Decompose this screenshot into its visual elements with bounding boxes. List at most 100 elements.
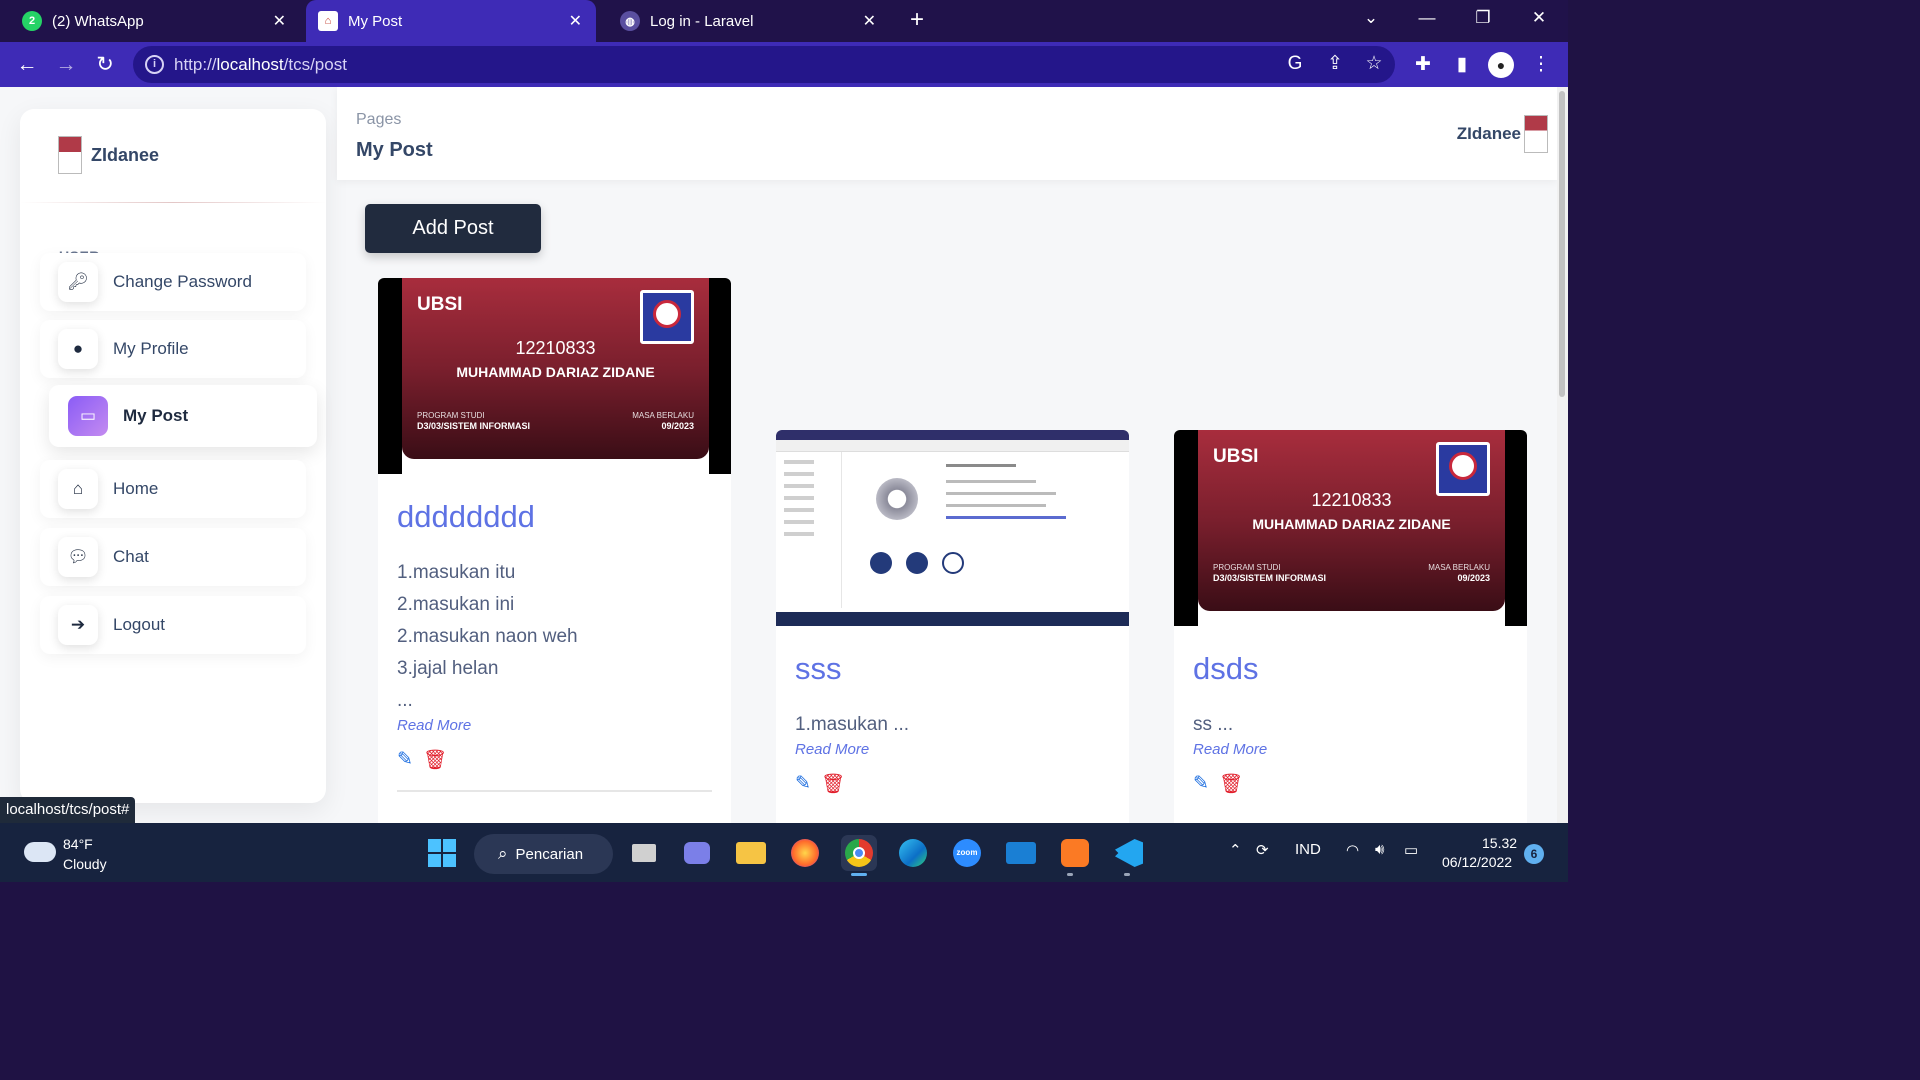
- search-icon: ⌕: [498, 844, 508, 863]
- clock-time[interactable]: 15.32: [1482, 835, 1517, 851]
- tab-my-post[interactable]: ⌂ My Post ✕: [306, 0, 596, 42]
- trash-icon[interactable]: 🗑︎: [423, 748, 447, 772]
- whatsapp-icon: 2: [22, 11, 42, 31]
- teams-chat-icon[interactable]: [679, 835, 715, 871]
- sync-icon[interactable]: ⟳: [1256, 841, 1269, 859]
- globe-icon: ◍: [620, 11, 640, 31]
- restore-button[interactable]: ❐: [1468, 8, 1498, 28]
- close-tab-icon[interactable]: ✕: [273, 11, 286, 31]
- user-icon: ●: [58, 329, 98, 369]
- forward-button[interactable]: →: [51, 50, 81, 80]
- chrome-icon[interactable]: [841, 835, 877, 871]
- xampp-icon[interactable]: [1057, 835, 1093, 871]
- side-panel-icon[interactable]: ▮: [1448, 51, 1476, 79]
- search-label: Pencarian: [515, 845, 584, 863]
- post-image: UBSI 12210833 MUHAMMAD DARIAZ ZIDANE PRO…: [378, 278, 731, 474]
- page-scrollbar[interactable]: [1557, 87, 1568, 823]
- volume-icon[interactable]: 🔊︎: [1375, 841, 1384, 858]
- breadcrumb[interactable]: Pages: [356, 111, 401, 129]
- top-navbar: Pages My Post ZIdanee: [337, 87, 1557, 180]
- firefox-icon[interactable]: [787, 835, 823, 871]
- sidebar-item-home[interactable]: ⌂ Home: [40, 460, 306, 518]
- google-icon[interactable]: G: [1281, 50, 1309, 78]
- file-explorer-icon[interactable]: [733, 835, 769, 871]
- divider: [20, 202, 326, 203]
- extensions-icon[interactable]: ✚: [1409, 51, 1437, 79]
- menu-kebab-icon[interactable]: ⋮: [1527, 51, 1555, 79]
- clock-date[interactable]: 06/12/2022: [1442, 854, 1512, 870]
- page-title: My Post: [356, 139, 433, 161]
- weather-condition[interactable]: Cloudy: [63, 856, 107, 872]
- share-icon[interactable]: ⇪: [1321, 50, 1349, 78]
- windows-taskbar: 84°F Cloudy ⌕ Pencarian zoom ⌃ ⟳ IND ◠ 🔊…: [0, 823, 1568, 882]
- weather-temperature[interactable]: 84°F: [63, 836, 93, 852]
- edit-icon[interactable]: ✎: [397, 748, 413, 772]
- tab-title: My Post: [348, 12, 403, 30]
- edge-icon[interactable]: [895, 835, 931, 871]
- sidebar-item-change-password[interactable]: 🔑︎ Change Password: [40, 253, 306, 311]
- post-card: UBSI 12210833 MUHAMMAD DARIAZ ZIDANE PRO…: [378, 278, 731, 823]
- trash-icon[interactable]: 🗑︎: [821, 772, 845, 796]
- sidebar-item-my-profile[interactable]: ● My Profile: [40, 320, 306, 378]
- read-more-link[interactable]: Read More: [1174, 741, 1527, 758]
- scrollbar-thumb[interactable]: [1559, 91, 1565, 397]
- back-button[interactable]: ←: [12, 50, 42, 80]
- close-tab-icon[interactable]: ✕: [863, 11, 876, 31]
- post-actions: ✎ 🗑︎: [1174, 758, 1527, 796]
- sidebar-item-label: Change Password: [113, 272, 252, 291]
- browser-toolbar: ← → ↻ i http://localhost/tcs/post G ⇪ ☆ …: [0, 42, 1568, 87]
- close-window-button[interactable]: ✕: [1524, 8, 1554, 28]
- chevron-up-icon[interactable]: ⌃: [1229, 841, 1242, 859]
- taskbar-search[interactable]: ⌕ Pencarian: [474, 834, 613, 874]
- sidebar-item-chat[interactable]: 💬︎ Chat: [40, 528, 306, 586]
- wifi-icon[interactable]: ◠: [1346, 841, 1359, 859]
- battery-icon[interactable]: ▭: [1404, 841, 1418, 859]
- brand[interactable]: ZIdanee: [58, 136, 159, 174]
- key-icon: 🔑︎: [58, 262, 98, 302]
- sidebar-item-label: Chat: [113, 547, 149, 566]
- site-info-icon[interactable]: i: [145, 55, 164, 74]
- sidebar-item-my-post[interactable]: ▭ My Post: [49, 385, 317, 447]
- user-menu[interactable]: ZIdanee: [1457, 115, 1548, 153]
- tab-whatsapp[interactable]: 2 (2) WhatsApp ✕: [0, 0, 300, 42]
- post-card: sss 1.masukan ... Read More ✎ 🗑︎: [776, 430, 1129, 823]
- edit-icon[interactable]: ✎: [795, 772, 811, 796]
- home-icon: ⌂: [58, 469, 98, 509]
- status-link-tooltip: localhost/tcs/post#: [0, 797, 136, 823]
- post-title[interactable]: sss: [776, 626, 1129, 687]
- language-indicator[interactable]: IND: [1295, 841, 1321, 858]
- new-tab-button[interactable]: +: [904, 7, 930, 35]
- sidebar-item-logout[interactable]: ➔ Logout: [40, 596, 306, 654]
- read-more-link[interactable]: Read More: [776, 741, 1129, 758]
- running-app-indicator: [1124, 873, 1130, 876]
- windows-start-icon[interactable]: [424, 835, 460, 871]
- mail-icon[interactable]: [1003, 835, 1039, 871]
- post-title[interactable]: dsds: [1174, 626, 1527, 687]
- tab-search-icon[interactable]: ⌄: [1356, 8, 1386, 28]
- bookmark-star-icon[interactable]: ☆: [1360, 50, 1388, 78]
- running-app-indicator: [1067, 873, 1073, 876]
- post-actions: ✎ 🗑︎: [776, 758, 1129, 796]
- tab-login-laravel[interactable]: ◍ Log in - Laravel ✕: [598, 0, 890, 42]
- minimize-button[interactable]: —: [1412, 8, 1442, 28]
- screenshot-image: [776, 430, 1129, 626]
- zoom-icon[interactable]: zoom: [949, 835, 985, 871]
- browser-tab-bar: 2 (2) WhatsApp ✕ ⌂ My Post ✕ ◍ Log in - …: [0, 0, 1568, 42]
- trash-icon[interactable]: 🗑︎: [1219, 772, 1243, 796]
- tab-title: Log in - Laravel: [650, 12, 754, 30]
- sidebar-item-label: My Post: [123, 406, 189, 425]
- address-bar[interactable]: i http://localhost/tcs/post G ⇪ ☆: [133, 46, 1395, 83]
- notification-badge[interactable]: 6: [1524, 844, 1544, 864]
- add-post-button[interactable]: Add Post: [365, 204, 541, 253]
- close-tab-icon[interactable]: ✕: [569, 11, 582, 31]
- edit-icon[interactable]: ✎: [1193, 772, 1209, 796]
- cloud-icon[interactable]: [24, 842, 56, 862]
- read-more-link[interactable]: Read More: [378, 717, 731, 734]
- post-title[interactable]: dddddddd: [378, 474, 731, 535]
- student-id-card-image: UBSI 12210833 MUHAMMAD DARIAZ ZIDANE PRO…: [402, 278, 709, 459]
- reload-button[interactable]: ↻: [90, 50, 120, 80]
- profile-avatar-icon[interactable]: ●: [1488, 52, 1514, 78]
- vscode-icon[interactable]: [1111, 835, 1147, 871]
- task-view-icon[interactable]: [626, 835, 662, 871]
- post-image: UBSI 12210833 MUHAMMAD DARIAZ ZIDANE PRO…: [1174, 430, 1527, 626]
